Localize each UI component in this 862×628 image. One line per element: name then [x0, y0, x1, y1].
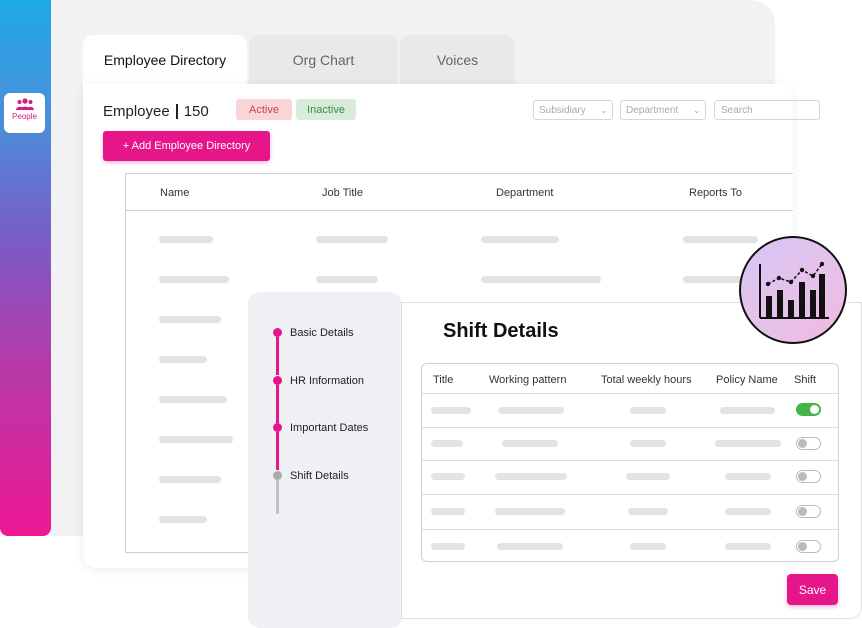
toggle-knob: [798, 507, 807, 516]
step-basic-details[interactable]: Basic Details: [290, 327, 354, 339]
active-filter-badge[interactable]: Active: [236, 99, 292, 120]
skeleton-cell: [481, 276, 601, 283]
shift-details-title: Shift Details: [443, 320, 559, 342]
shift-toggle[interactable]: [796, 470, 821, 483]
skeleton-cell: [159, 396, 227, 403]
step-dot-complete: [273, 376, 282, 385]
skeleton-cell: [159, 316, 221, 323]
skeleton-cell: [481, 236, 559, 243]
skeleton-cell: [725, 473, 771, 480]
bar-line-chart-icon: [759, 261, 829, 319]
analytics-badge: [739, 236, 847, 344]
skeleton-cell: [683, 236, 758, 243]
tab-employee-directory[interactable]: Employee Directory: [83, 35, 247, 85]
column-header-reports-to[interactable]: Reports To: [689, 187, 742, 199]
skeleton-cell: [431, 473, 465, 480]
step-dot-current: [273, 471, 282, 480]
skeleton-cell: [715, 440, 781, 447]
row-divider: [422, 529, 838, 530]
step-connector: [276, 480, 279, 514]
step-hr-information[interactable]: HR Information: [290, 375, 364, 387]
department-select[interactable]: Department ⌄: [620, 100, 706, 120]
save-button[interactable]: Save: [787, 574, 838, 605]
sidebar: People: [0, 0, 51, 536]
skeleton-cell: [159, 276, 229, 283]
skeleton-cell: [495, 473, 567, 480]
skeleton-cell: [498, 407, 564, 414]
skeleton-cell: [316, 276, 378, 283]
skeleton-cell: [159, 476, 221, 483]
shift-toggle[interactable]: [796, 403, 821, 416]
skeleton-cell: [431, 543, 465, 550]
skeleton-cell: [626, 473, 670, 480]
step-connector: [276, 385, 279, 423]
skeleton-cell: [431, 440, 463, 447]
column-header-name[interactable]: Name: [160, 187, 189, 199]
skeleton-cell: [495, 508, 565, 515]
skeleton-cell: [502, 440, 558, 447]
sidebar-item-people[interactable]: People: [4, 93, 45, 133]
column-header-title[interactable]: Title: [433, 374, 453, 386]
subsidiary-select-label: Subsidiary: [539, 104, 586, 116]
form-stepper: Basic Details HR Information Important D…: [248, 292, 402, 628]
skeleton-cell: [725, 508, 771, 515]
column-header-total-weekly-hours[interactable]: Total weekly hours: [601, 374, 692, 386]
skeleton-cell: [431, 407, 471, 414]
skeleton-cell: [159, 436, 233, 443]
shift-toggle[interactable]: [796, 437, 821, 450]
toggle-knob: [798, 472, 807, 481]
skeleton-cell: [159, 356, 207, 363]
skeleton-cell: [725, 543, 771, 550]
column-header-job-title[interactable]: Job Title: [322, 187, 363, 199]
step-connector: [276, 432, 279, 470]
shift-toggle[interactable]: [796, 505, 821, 518]
skeleton-cell: [628, 508, 668, 515]
toggle-knob: [798, 542, 807, 551]
employee-title: Employee: [103, 103, 170, 120]
inactive-filter-badge[interactable]: Inactive: [296, 99, 356, 120]
sidebar-item-label: People: [12, 112, 37, 121]
add-employee-button[interactable]: + Add Employee Directory: [103, 131, 270, 161]
row-divider: [422, 393, 838, 394]
row-divider: [422, 494, 838, 495]
tab-voices[interactable]: Voices: [400, 35, 515, 85]
step-dot-complete: [273, 328, 282, 337]
skeleton-cell: [431, 508, 465, 515]
column-header-department[interactable]: Department: [496, 187, 553, 199]
row-divider: [422, 427, 838, 428]
column-header-working-pattern[interactable]: Working pattern: [489, 374, 566, 386]
skeleton-cell: [159, 516, 207, 523]
step-dot-complete: [273, 423, 282, 432]
people-icon: [15, 98, 34, 110]
toggle-knob: [798, 439, 807, 448]
step-connector: [276, 337, 279, 375]
column-header-policy-name[interactable]: Policy Name: [716, 374, 778, 386]
column-header-shift[interactable]: Shift: [794, 374, 816, 386]
skeleton-cell: [630, 543, 666, 550]
title-divider: [175, 104, 178, 119]
row-divider: [422, 460, 838, 461]
skeleton-cell: [683, 276, 743, 283]
toggle-knob: [810, 405, 819, 414]
chevron-down-icon: ⌄: [600, 105, 607, 115]
tab-org-chart[interactable]: Org Chart: [249, 35, 398, 85]
shift-toggle[interactable]: [796, 540, 821, 553]
chevron-down-icon: ⌄: [693, 105, 700, 115]
subsidiary-select[interactable]: Subsidiary ⌄: [533, 100, 613, 120]
skeleton-cell: [497, 543, 563, 550]
step-shift-details[interactable]: Shift Details: [290, 470, 349, 482]
page-title: Employee 150: [103, 103, 209, 120]
skeleton-cell: [316, 236, 388, 243]
skeleton-cell: [720, 407, 775, 414]
employee-count: 150: [183, 103, 209, 120]
department-select-label: Department: [626, 104, 679, 116]
employee-table-header: Name Job Title Department Reports To: [126, 174, 793, 211]
shift-table: Title Working pattern Total weekly hours…: [421, 363, 839, 562]
skeleton-cell: [159, 236, 213, 243]
skeleton-cell: [630, 407, 666, 414]
skeleton-cell: [630, 440, 666, 447]
search-input[interactable]: Search: [714, 100, 820, 120]
step-important-dates[interactable]: Important Dates: [290, 422, 368, 434]
